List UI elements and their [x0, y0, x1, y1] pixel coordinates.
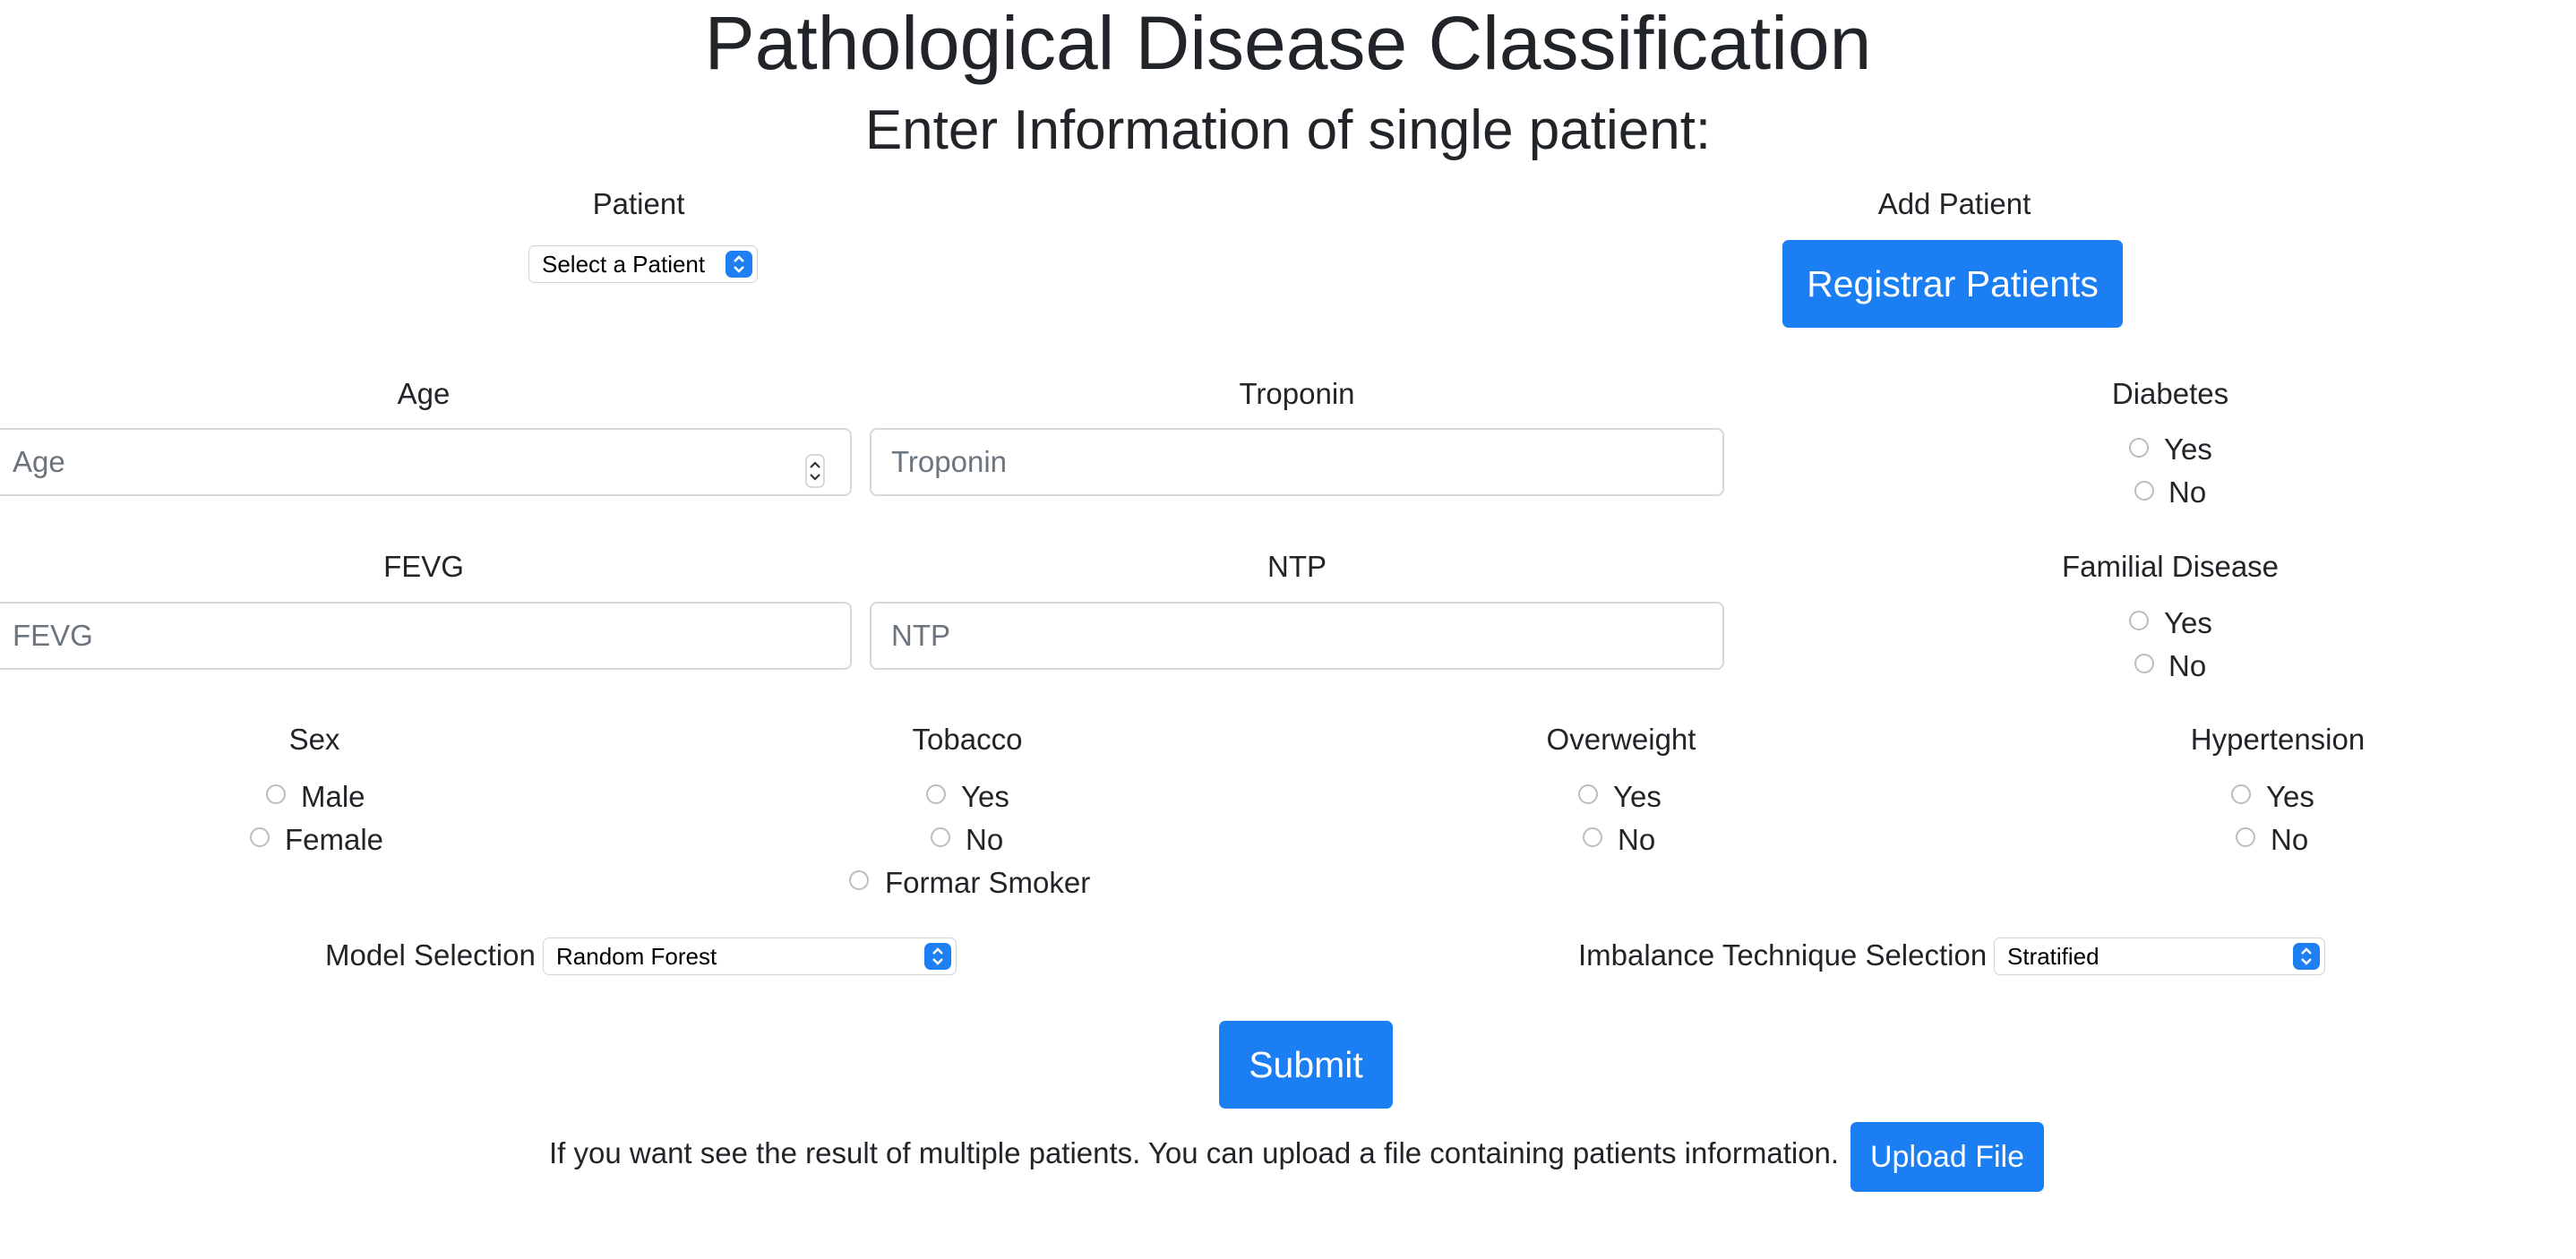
overweight-label: Overweight [1546, 723, 1696, 756]
diabetes-yes-label: Yes [2164, 433, 2212, 466]
troponin-label: Troponin [1239, 377, 1355, 410]
register-patients-button[interactable]: Registrar Patients [1782, 240, 2123, 328]
troponin-input[interactable]: Troponin [870, 428, 1724, 496]
troponin-placeholder: Troponin [891, 445, 1008, 478]
hypertension-label: Hypertension [2190, 723, 2366, 756]
diabetes-no-label: No [2168, 475, 2207, 509]
tobacco-no-label: No [966, 823, 1004, 856]
overweight-no-radio[interactable] [1583, 827, 1602, 847]
sex-label: Sex [288, 723, 340, 756]
tobacco-no-radio[interactable] [931, 827, 950, 847]
familial-disease-label: Familial Disease [2061, 550, 2280, 583]
sex-female-radio[interactable] [250, 827, 270, 847]
add-patient-label: Add Patient [1877, 187, 2031, 220]
ntp-label: NTP [1267, 550, 1327, 583]
page-title: Pathological Disease Classification [704, 1, 1872, 85]
hypertension-yes-label: Yes [2266, 780, 2314, 813]
number-stepper-icon[interactable] [805, 446, 825, 488]
patient-select[interactable]: Select a Patient [528, 245, 758, 283]
sex-male-label: Male [301, 780, 365, 813]
upload-instructions-text: If you want see the result of multiple p… [549, 1136, 1840, 1169]
chevron-updown-icon [726, 251, 752, 278]
chevron-updown-icon [924, 943, 951, 970]
diabetes-yes-radio[interactable] [2129, 438, 2149, 458]
age-input[interactable]: Age [0, 428, 852, 496]
ntp-placeholder: NTP [891, 619, 950, 652]
hypertension-yes-radio[interactable] [2231, 784, 2251, 804]
patient-select-value: Select a Patient [542, 251, 706, 278]
ntp-input[interactable]: NTP [870, 602, 1724, 670]
familial-no-radio[interactable] [2134, 654, 2154, 673]
submit-button[interactable]: Submit [1219, 1021, 1393, 1109]
familial-yes-label: Yes [2164, 606, 2212, 639]
fevg-input[interactable]: FEVG [0, 602, 852, 670]
sex-female-label: Female [285, 823, 384, 856]
age-label: Age [397, 377, 451, 410]
tobacco-yes-radio[interactable] [926, 784, 946, 804]
age-placeholder: Age [13, 445, 65, 478]
sex-male-radio[interactable] [266, 784, 286, 804]
tobacco-former-smoker-radio[interactable] [849, 870, 869, 890]
upload-file-button[interactable]: Upload File [1850, 1122, 2044, 1192]
chevron-updown-icon [2293, 943, 2320, 970]
imbalance-select[interactable]: Stratified [1994, 938, 2325, 975]
imbalance-select-value: Stratified [2007, 943, 2099, 970]
tobacco-former-smoker-label: Formar Smoker [885, 866, 1091, 899]
model-select-value: Random Forest [556, 943, 717, 970]
patient-label: Patient [592, 187, 685, 220]
overweight-yes-label: Yes [1613, 780, 1662, 813]
model-selection-label: Model Selection [325, 938, 536, 972]
hypertension-no-radio[interactable] [2236, 827, 2255, 847]
page-subtitle: Enter Information of single patient: [864, 99, 1712, 161]
fevg-placeholder: FEVG [13, 619, 93, 652]
familial-no-label: No [2168, 649, 2207, 682]
imbalance-selection-label: Imbalance Technique Selection [1578, 938, 1988, 972]
hypertension-no-label: No [2271, 823, 2309, 856]
overweight-yes-radio[interactable] [1578, 784, 1598, 804]
diabetes-no-radio[interactable] [2134, 481, 2154, 501]
tobacco-yes-label: Yes [961, 780, 1009, 813]
overweight-no-label: No [1618, 823, 1656, 856]
model-select[interactable]: Random Forest [543, 938, 957, 975]
diabetes-label: Diabetes [2111, 377, 2229, 410]
fevg-label: FEVG [383, 550, 464, 583]
familial-yes-radio[interactable] [2129, 611, 2149, 630]
tobacco-label: Tobacco [912, 723, 1023, 756]
